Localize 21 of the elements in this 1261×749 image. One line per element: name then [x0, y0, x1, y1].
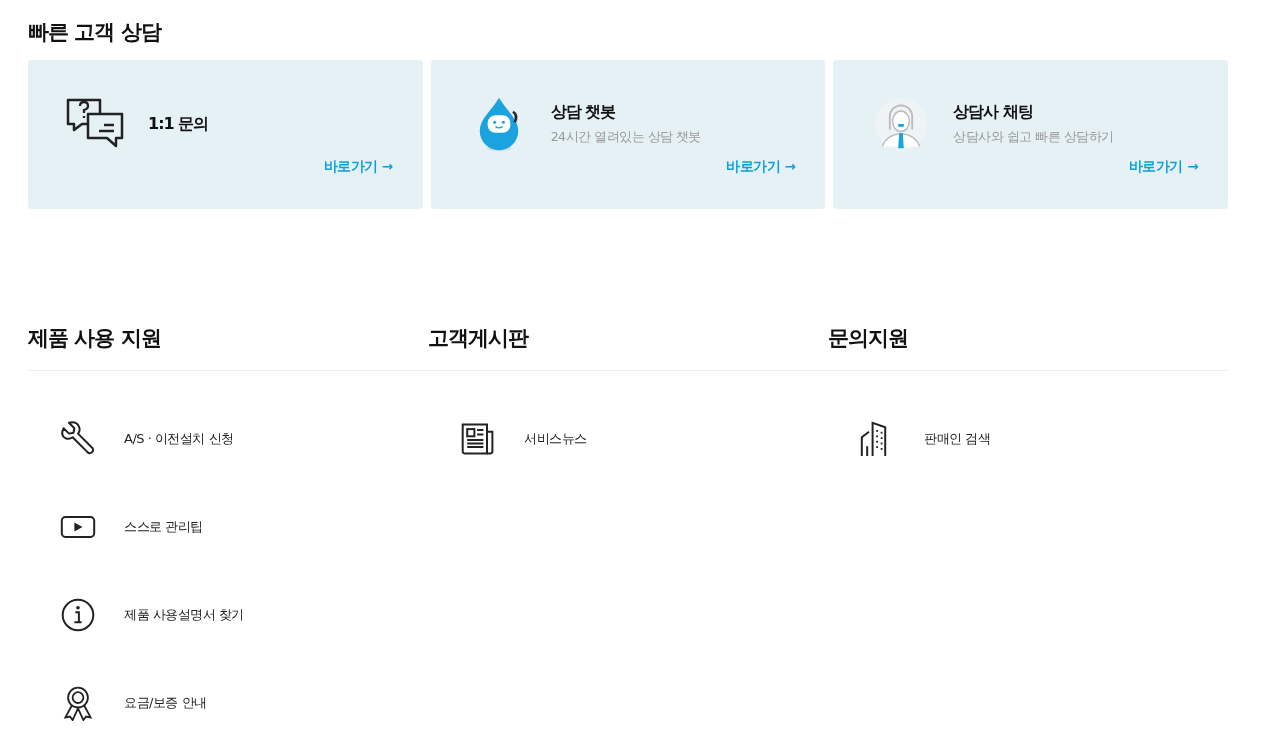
card-subtitle: 24시간 열려있는 상담 챗봇: [550, 129, 701, 146]
card-title: 1:1 문의: [148, 113, 209, 135]
column-title: 제품 사용 지원: [28, 325, 162, 352]
info-icon: [60, 597, 96, 633]
support-link[interactable]: 제품 사용설명서 찾기: [28, 595, 428, 635]
support-link[interactable]: A/S · 이전설치 신청: [28, 419, 428, 459]
consult-card[interactable]: 1:1 문의 바로가기 →: [28, 60, 423, 209]
card-title: 상담사 채팅: [953, 102, 1034, 123]
card-title: 상담 챗봇: [550, 102, 617, 123]
newspaper-icon: [460, 421, 496, 457]
support-link[interactable]: 스스로 관리팁: [28, 507, 428, 547]
support-link[interactable]: 판매인 검색: [828, 419, 1228, 459]
wrench-icon: [60, 421, 96, 457]
column-title: 문의지원: [828, 325, 909, 352]
column-title: 고객게시판: [428, 325, 530, 352]
consult-card[interactable]: 상담 챗봇 24시간 열려있는 상담 챗봇 바로가기 →: [430, 60, 826, 209]
card-subtitle: 상담사와 쉽고 빠른 상담하기: [953, 129, 1114, 146]
support-link[interactable]: 서비스뉴스: [428, 419, 828, 459]
section-title: 빠른 고객 상담: [28, 19, 163, 46]
consult-card[interactable]: 상담사 채팅 상담사와 쉽고 빠른 상담하기 바로가기 →: [833, 60, 1228, 209]
support-link[interactable]: 요금/보증 안내: [28, 683, 428, 723]
